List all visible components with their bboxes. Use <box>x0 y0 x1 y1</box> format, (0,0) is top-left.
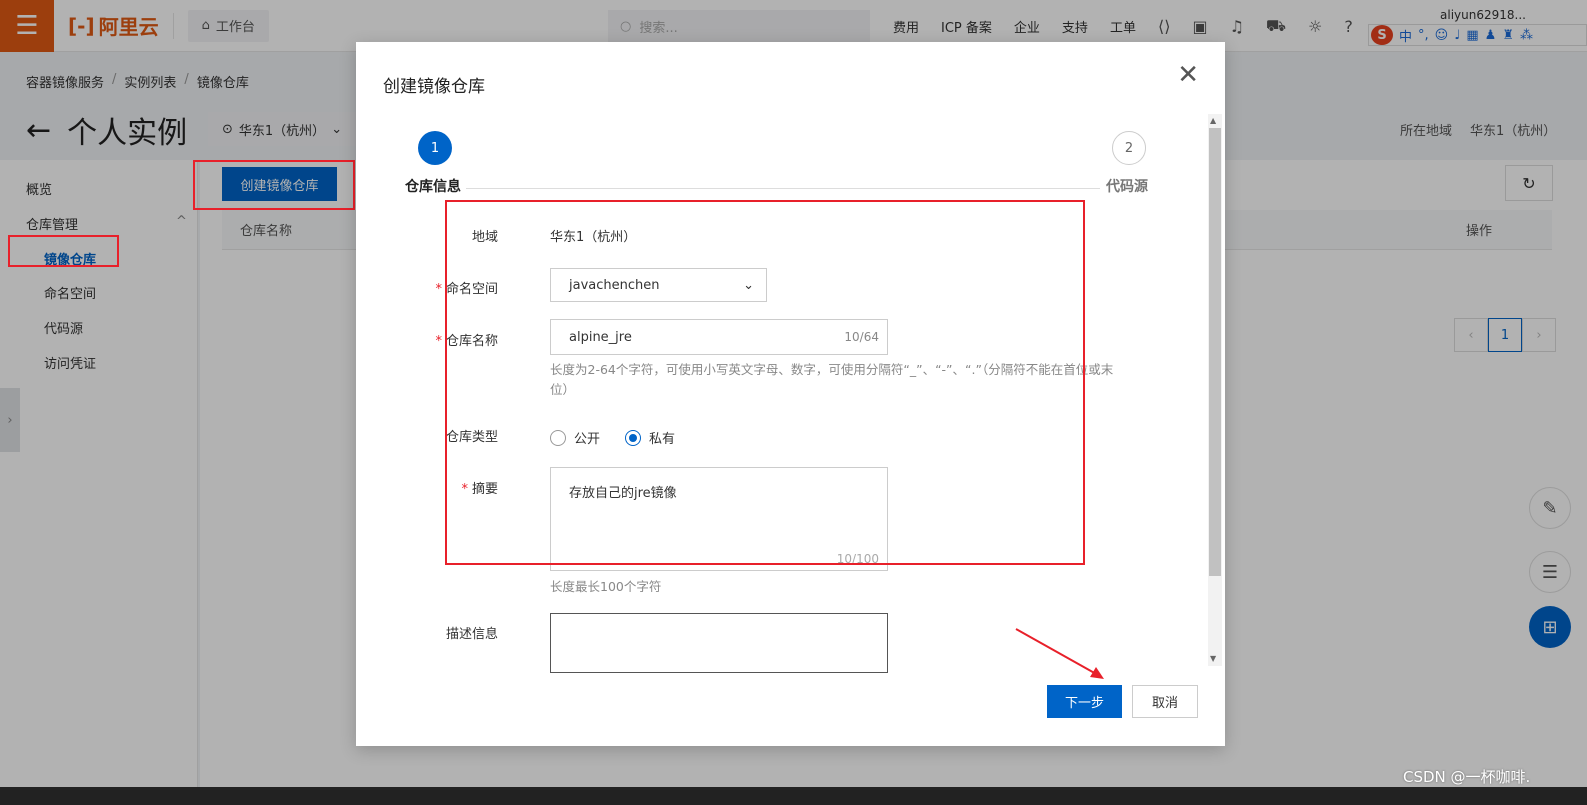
cancel-button[interactable]: 取消 <box>1132 685 1198 718</box>
description-label: 描述信息 <box>445 627 498 642</box>
step-1-circle: 1 <box>418 131 452 165</box>
scroll-up-icon[interactable]: ▲ <box>1210 116 1216 125</box>
annotation-arrow <box>1015 628 1104 679</box>
scroll-thumb[interactable] <box>1209 128 1221 576</box>
dialog-title: 创建镜像仓库 <box>383 77 485 97</box>
taskbar <box>0 787 1587 805</box>
step-connector <box>466 188 1100 189</box>
step-1-label: 仓库信息 <box>405 179 461 195</box>
annotation-box <box>193 160 355 210</box>
summary-hint: 长度最长100个字符 <box>550 579 662 594</box>
annotation-box <box>8 235 119 267</box>
scroll-down-icon[interactable]: ▼ <box>1210 654 1216 663</box>
annotation-box <box>445 200 1085 565</box>
dialog-scrollbar[interactable]: ▲ ▼ <box>1208 114 1222 666</box>
step-2-label: 代码源 <box>1106 179 1148 195</box>
watermark: CSDN @一杯咖啡. <box>1403 768 1531 786</box>
close-icon[interactable]: ✕ <box>1177 60 1199 90</box>
description-textarea[interactable] <box>550 613 888 673</box>
step-2-circle: 2 <box>1112 131 1146 165</box>
next-step-button[interactable]: 下一步 <box>1047 685 1122 718</box>
